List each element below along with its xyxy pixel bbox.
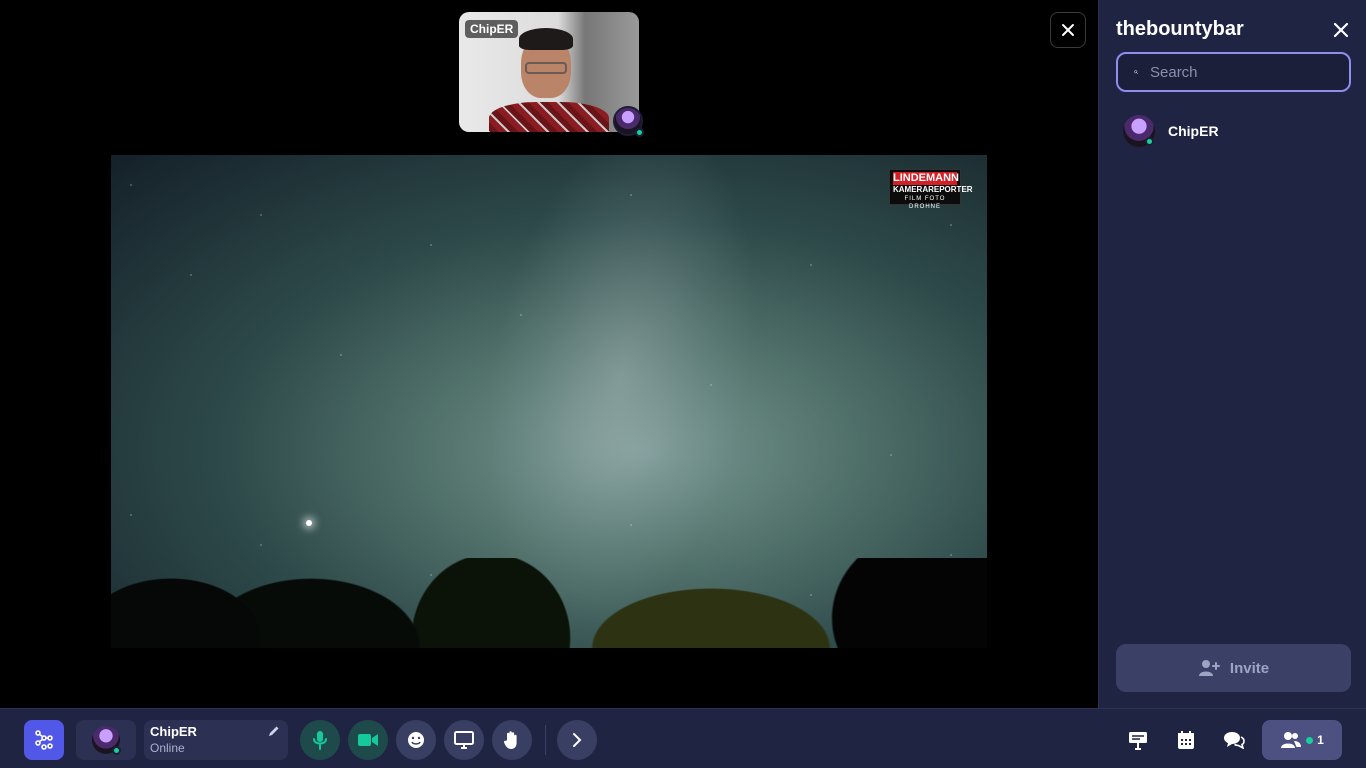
video-watermark-logo: LINDEMANN KAMERAREPORTER FILM FOTO DROHN… <box>889 169 973 210</box>
participant-video-tile[interactable]: ChipER <box>459 12 639 132</box>
board-icon <box>1129 732 1147 750</box>
tree-silhouettes <box>111 558 987 648</box>
invite-button[interactable]: Invite <box>1116 644 1351 692</box>
members-button[interactable]: 1 <box>1262 720 1342 760</box>
watermark-line3: FILM FOTO DROHNE <box>904 196 946 210</box>
app-logo-button[interactable] <box>24 720 64 760</box>
chat-icon <box>1224 732 1245 749</box>
member-search[interactable] <box>1116 52 1351 92</box>
my-name: ChipER <box>150 724 197 739</box>
board-button[interactable] <box>1126 728 1150 752</box>
online-status-dot <box>635 128 644 137</box>
microphone-button[interactable] <box>300 720 340 760</box>
emoji-button[interactable] <box>396 720 436 760</box>
expand-more-button[interactable] <box>557 720 597 760</box>
video-feed <box>489 102 609 132</box>
raise-hand-icon <box>503 731 517 749</box>
app-logo-icon <box>35 730 53 750</box>
chat-button[interactable] <box>1222 728 1246 752</box>
panel-title: thebountybar <box>1116 18 1244 40</box>
screen-share-button[interactable] <box>444 720 484 760</box>
call-stage: ChipER LINDEMANN KAMERAREPORTER FILM FOT… <box>0 0 1098 708</box>
video-feed-glasses <box>525 62 567 74</box>
calendar-button[interactable] <box>1174 728 1198 752</box>
participant-avatar <box>613 106 644 137</box>
close-panel-button[interactable] <box>1329 18 1353 42</box>
calendar-icon <box>1178 731 1194 749</box>
online-status-dot <box>1306 736 1314 744</box>
screen-share-view[interactable]: LINDEMANN KAMERAREPORTER FILM FOTO DROHN… <box>111 155 987 648</box>
watermark-line1: LINDEMANN <box>893 172 959 185</box>
pencil-icon[interactable] <box>268 725 280 737</box>
search-icon <box>1134 70 1138 74</box>
online-status-dot <box>1145 137 1154 146</box>
watermark-line2: KAMERAREPORTER <box>893 185 973 194</box>
camera-icon <box>358 734 378 746</box>
user-plus-icon <box>1198 660 1220 676</box>
my-avatar-button[interactable] <box>76 720 136 760</box>
close-icon <box>1333 22 1349 38</box>
my-status-card[interactable]: ChipER Online <box>144 720 288 760</box>
bottom-control-bar: ChipER Online 1 <box>0 708 1366 768</box>
member-avatar <box>1123 115 1155 147</box>
chevron-right-icon <box>573 733 582 747</box>
search-input[interactable] <box>1150 63 1349 81</box>
member-list-item[interactable]: ChipER <box>1123 113 1353 149</box>
online-status-dot <box>112 746 121 755</box>
toolbar-divider <box>545 725 546 755</box>
close-icon <box>1062 24 1074 36</box>
my-status: Online <box>150 741 185 755</box>
raise-hand-button[interactable] <box>492 720 532 760</box>
camera-button[interactable] <box>348 720 388 760</box>
invite-label: Invite <box>1229 659 1270 677</box>
emoji-icon <box>408 732 424 748</box>
screen-share-icon <box>454 731 474 749</box>
people-icon <box>1281 732 1302 748</box>
members-panel: thebountybar ChipER Invite <box>1098 0 1366 708</box>
close-stage-button[interactable] <box>1050 12 1086 48</box>
my-avatar <box>92 726 121 755</box>
participant-name-label: ChipER <box>465 20 519 38</box>
microphone-icon <box>313 731 327 750</box>
member-count: 1 <box>1317 733 1324 747</box>
bright-star <box>306 520 312 526</box>
member-name: ChipER <box>1168 123 1219 139</box>
video-feed-hair <box>519 28 573 50</box>
